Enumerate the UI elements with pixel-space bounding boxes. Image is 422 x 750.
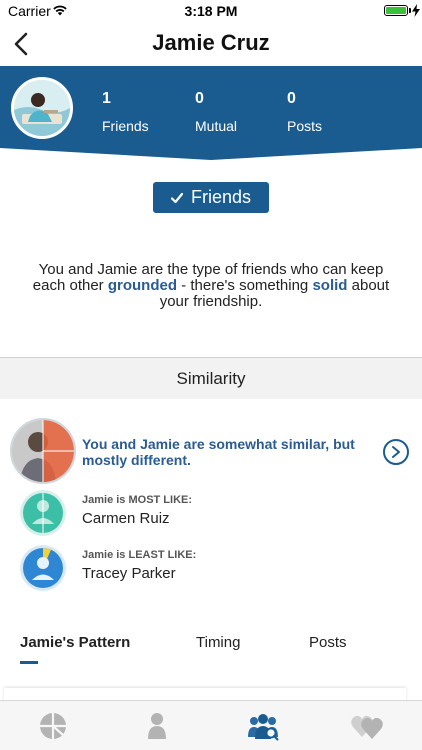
status-time: 3:18 PM <box>184 3 238 19</box>
friends-button[interactable]: Friends <box>153 182 269 213</box>
checkmark-icon <box>170 192 183 203</box>
least-like-name: Tracey Parker <box>82 565 176 582</box>
profile-icon[interactable] <box>140 711 174 741</box>
stat-mutual-count: 0 <box>195 90 204 107</box>
chevron-right-icon <box>392 446 400 458</box>
stat-friends[interactable]: 1 Friends <box>102 90 149 134</box>
least-like-row[interactable]: Jamie is LEAST LIKE: Tracey Parker <box>20 545 320 595</box>
similarity-details-button[interactable] <box>383 439 409 465</box>
charging-icon <box>412 4 420 17</box>
least-like-label: Jamie is LEAST LIKE: <box>82 549 197 561</box>
hearts-icon[interactable] <box>350 711 384 741</box>
stat-mutual-label: Mutual <box>195 118 238 134</box>
tab-pattern[interactable]: Jamie's Pattern <box>20 634 130 651</box>
navigation-bar: Jamie Cruz <box>0 22 422 66</box>
friends-search-icon[interactable] <box>246 711 280 741</box>
tab-timing[interactable]: Timing <box>196 634 240 651</box>
least-like-avatar <box>20 545 66 591</box>
description-highlight-solid: solid <box>312 277 348 294</box>
stat-mutual[interactable]: 0 Mutual <box>195 90 237 134</box>
stat-posts[interactable]: 0 Posts <box>287 90 322 134</box>
tab-posts[interactable]: Posts <box>309 634 347 651</box>
most-like-avatar <box>20 490 66 536</box>
most-like-label: Jamie is MOST LIKE: <box>82 494 193 506</box>
description-highlight-grounded: grounded <box>107 277 178 294</box>
stat-friends-count: 1 <box>102 90 111 107</box>
battery-tip <box>409 8 411 13</box>
active-tab-indicator <box>20 661 38 664</box>
stat-posts-label: Posts <box>287 118 323 134</box>
most-like-row[interactable]: Jamie is MOST LIKE: Carmen Ruiz <box>20 490 320 540</box>
status-bar: Carrier 3:18 PM <box>0 0 422 22</box>
similarity-summary: You and Jamie are somewhat similar, but … <box>82 436 355 468</box>
pattern-icon[interactable] <box>36 711 70 741</box>
battery-icon <box>384 5 408 16</box>
avatar[interactable] <box>11 77 73 139</box>
profile-banner: 1 Friends 0 Mutual 0 Posts <box>0 66 422 162</box>
stat-friends-label: Friends <box>102 118 149 134</box>
content-tabs: Jamie's Pattern Timing Posts <box>0 628 422 668</box>
description-text-2: - there's something <box>177 277 313 294</box>
most-like-name: Carmen Ruiz <box>82 510 170 527</box>
stat-posts-count: 0 <box>287 90 296 107</box>
page-title: Jamie Cruz <box>152 30 270 55</box>
similarity-header: Similarity <box>0 358 422 399</box>
friends-button-label: Friends <box>190 187 252 207</box>
friendship-description: You and Jamie are the type of friends wh… <box>24 262 398 310</box>
similarity-avatar[interactable] <box>10 418 76 484</box>
bottom-tab-bar <box>0 700 422 750</box>
